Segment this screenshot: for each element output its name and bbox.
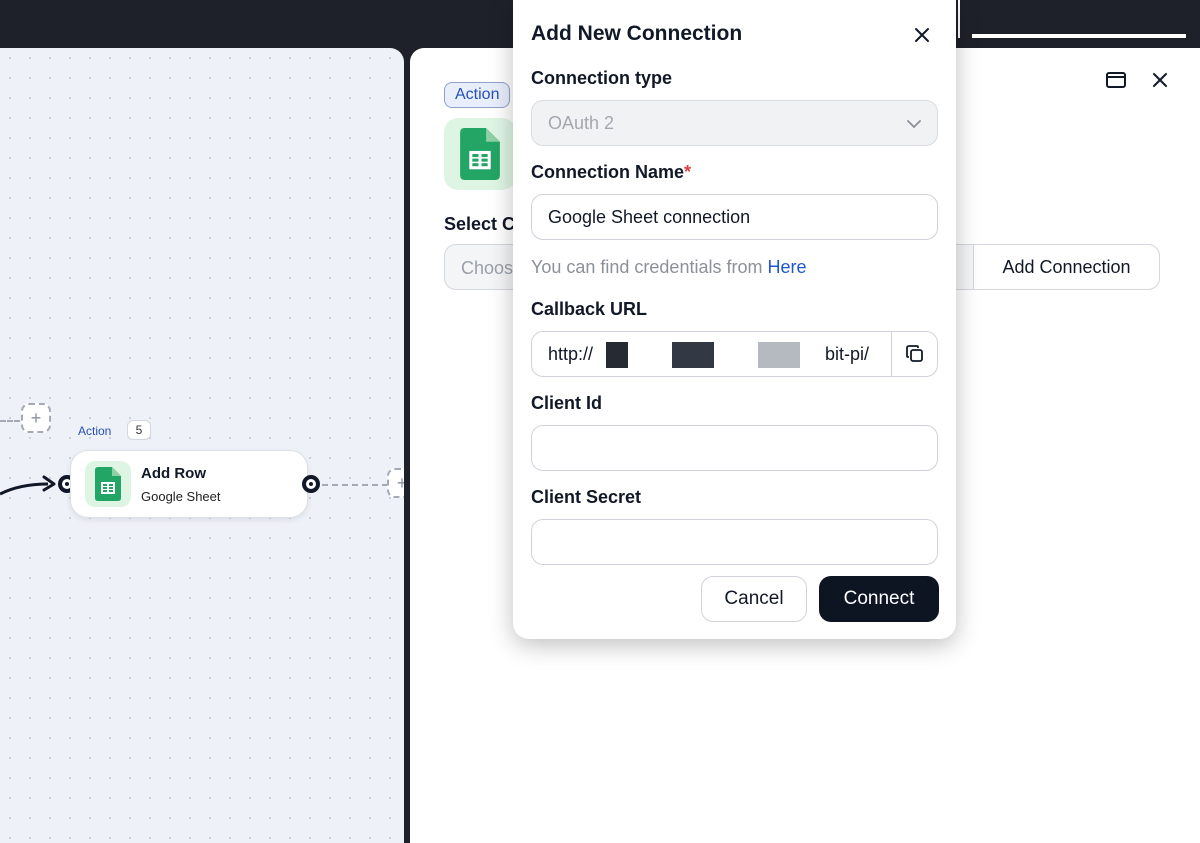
cancel-button[interactable]: Cancel: [701, 576, 807, 622]
select-connection-label: Select C: [444, 214, 516, 234]
callback-url-end: bit-pi/: [825, 344, 870, 364]
connection-name-input[interactable]: Google Sheet connection: [531, 194, 938, 240]
redacted-block: [672, 342, 714, 368]
google-sheets-icon: [444, 118, 516, 190]
connection-name-value: Google Sheet connection: [548, 207, 751, 227]
add-connection-modal: Add New Connection Connection type OAuth…: [513, 0, 956, 639]
connection-type-select[interactable]: OAuth 2: [531, 100, 938, 146]
client-secret-label: Client Secret: [531, 487, 642, 507]
node-title: Add Row: [141, 465, 206, 482]
window-icon[interactable]: [1104, 68, 1128, 92]
connection-type-value: OAuth 2: [548, 113, 615, 133]
redacted-block: [606, 342, 628, 368]
credentials-link[interactable]: Here: [767, 257, 806, 277]
connection-name-label: Connection Name*: [531, 162, 692, 182]
node-count-badge: 5: [127, 420, 151, 440]
window-edge: [972, 34, 1186, 38]
google-sheets-icon: [85, 461, 131, 507]
chevron-down-icon: [907, 120, 921, 129]
client-id-label: Client Id: [531, 393, 602, 413]
node-tag: Action: [78, 424, 112, 438]
action-badge: Action: [444, 82, 511, 108]
credentials-hint: You can find credentials from Here: [531, 257, 807, 277]
output-port[interactable]: [302, 475, 320, 493]
callback-url-field[interactable]: http:// bit-pi/: [531, 331, 938, 377]
add-connection-button[interactable]: Add Connection: [973, 244, 1160, 290]
close-icon[interactable]: [1148, 68, 1172, 92]
client-id-input[interactable]: [531, 425, 938, 471]
callback-url-start: http://: [548, 344, 594, 364]
redacted-block: [758, 342, 800, 368]
close-icon[interactable]: [911, 24, 933, 46]
add-node-button[interactable]: +: [387, 468, 404, 498]
flow-canvas[interactable]: + Action 5 Add Row Google Sheet +: [0, 48, 404, 843]
connection-select-placeholder: Choos: [461, 258, 514, 278]
add-node-button[interactable]: +: [21, 403, 51, 433]
window-edge: [958, 0, 960, 38]
connect-button[interactable]: Connect: [819, 576, 939, 622]
copy-button[interactable]: [891, 332, 937, 376]
modal-title: Add New Connection: [531, 22, 743, 45]
node-subtitle: Google Sheet: [141, 489, 221, 504]
connector-line: [0, 420, 20, 422]
flow-node-add-row[interactable]: Add Row Google Sheet: [70, 450, 308, 518]
connector-line: [322, 484, 388, 486]
connection-type-label: Connection type: [531, 68, 673, 88]
copy-icon: [905, 345, 923, 362]
required-mark: *: [684, 162, 692, 182]
client-secret-input[interactable]: [531, 519, 938, 565]
callback-url-label: Callback URL: [531, 299, 648, 319]
connector-arrow: [0, 475, 56, 496]
